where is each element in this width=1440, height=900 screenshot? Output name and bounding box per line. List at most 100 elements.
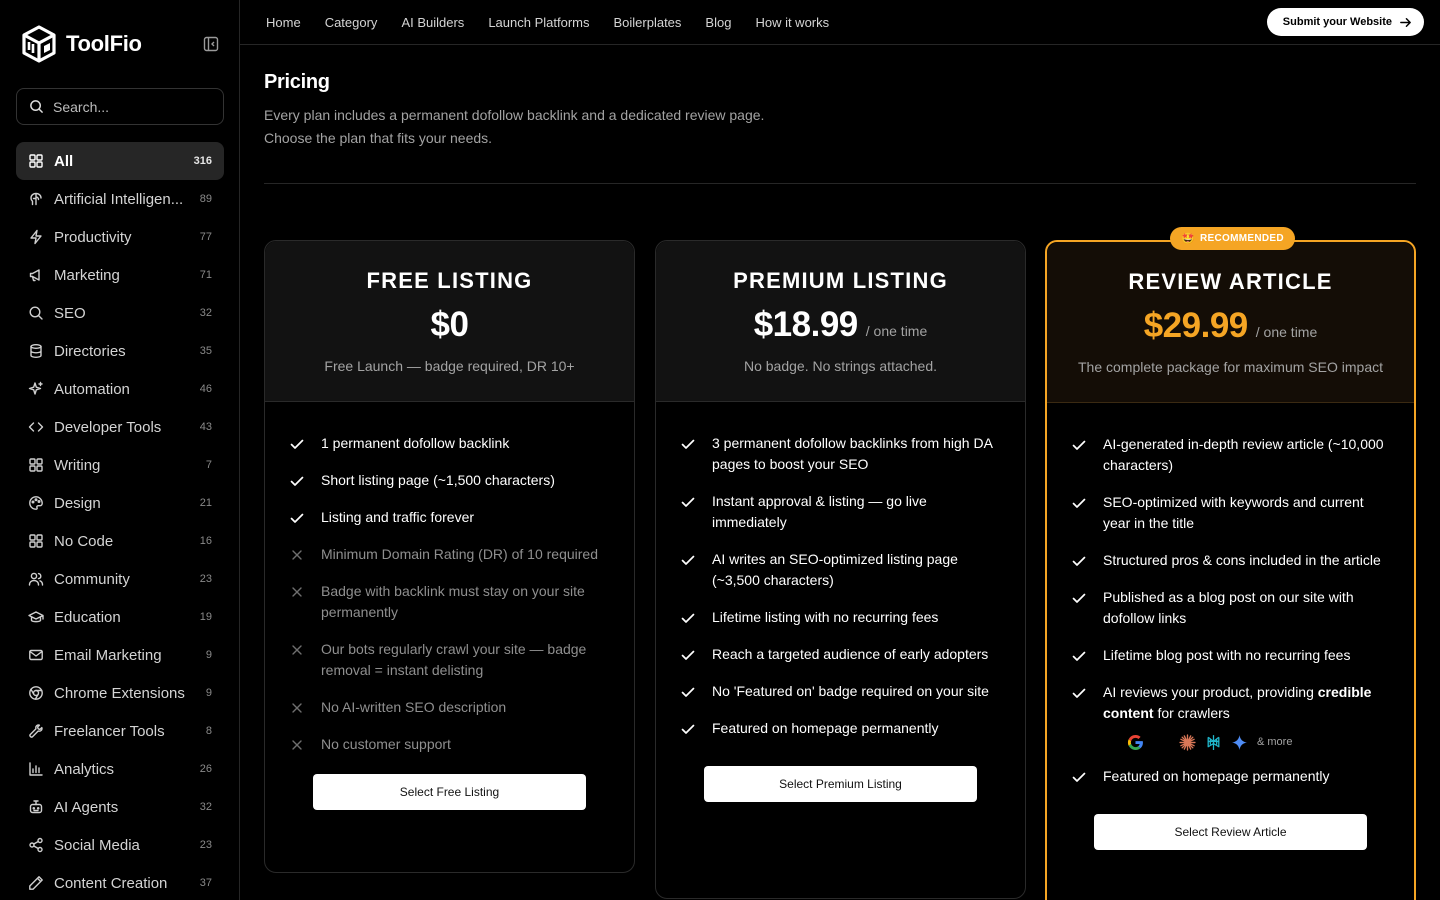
sidebar-item-label: Chrome Extensions: [54, 684, 185, 702]
plan-card-premium: PREMIUM LISTING $18.99 / one time No bad…: [655, 240, 1026, 899]
sidebar: ToolFio All316Artificial Intelligen...89…: [0, 0, 240, 900]
sidebar-item-productivity[interactable]: Productivity 77: [16, 218, 224, 256]
plan-subtitle: The complete package for maximum SEO imp…: [1077, 359, 1383, 375]
sidebar-item-community[interactable]: Community 23: [16, 560, 224, 598]
feature-text: AI writes an SEO-optimized listing page …: [712, 551, 958, 588]
sidebar-item-chrome-extensions[interactable]: Chrome Extensions 9: [16, 674, 224, 712]
plan-price-period: / one time: [865, 323, 928, 339]
sidebar-item-marketing[interactable]: Marketing 71: [16, 256, 224, 294]
sidebar-item-count: 19: [199, 611, 212, 623]
brand[interactable]: ToolFio: [20, 24, 142, 64]
sidebar-item-automation[interactable]: Automation 46: [16, 370, 224, 408]
nav-link-ai-builders[interactable]: AI Builders: [401, 15, 464, 30]
sidebar-item-seo[interactable]: SEO 32: [16, 294, 224, 332]
gemini-icon: [1232, 734, 1247, 750]
sidebar-collapse-icon[interactable]: [203, 36, 219, 52]
sidebar-item-no-code[interactable]: No Code 16: [16, 522, 224, 560]
sidebar-item-education[interactable]: Education 19: [16, 598, 224, 636]
check-icon: [1072, 651, 1086, 661]
grid-icon: [29, 458, 43, 472]
plan-title: REVIEW ARTICLE: [1128, 269, 1333, 294]
nav-link-launch-platforms[interactable]: Launch Platforms: [488, 15, 589, 30]
feature-text: No 'Featured on' badge required on your …: [712, 683, 989, 699]
palette-icon: [29, 496, 43, 510]
nav-link-boilerplates[interactable]: Boilerplates: [613, 15, 681, 30]
select-review-article-button[interactable]: Select Review Article: [1094, 814, 1367, 850]
sidebar-item-label: Design: [54, 494, 101, 512]
feature-text: Featured on homepage permanently: [1103, 768, 1330, 784]
feature-text: Listing and traffic forever: [321, 509, 475, 525]
sidebar-item-count: 32: [199, 307, 212, 319]
feature-text: Structured pros & cons included in the a…: [1103, 552, 1381, 568]
sidebar-item-writing[interactable]: Writing 7: [16, 446, 224, 484]
code-icon: [28, 422, 44, 432]
sidebar-item-label: Content Creation: [54, 874, 168, 892]
plan-title: PREMIUM LISTING: [733, 268, 948, 293]
select-premium-listing-button[interactable]: Select Premium Listing: [704, 766, 977, 802]
search-box[interactable]: [16, 88, 224, 125]
sidebar-item-label: Artificial Intelligen...: [54, 190, 184, 208]
sidebar-item-label: Education: [54, 608, 121, 626]
feature-item: SEO-optimized with keywords and current …: [1071, 492, 1394, 534]
feature-item: AI-generated in-depth review article (~1…: [1071, 434, 1394, 476]
feature-text: Lifetime blog post with no recurring fee…: [1103, 647, 1351, 663]
sidebar-item-directories[interactable]: Directories 35: [16, 332, 224, 370]
sidebar-item-ai-agents[interactable]: AI Agents 32: [16, 788, 224, 826]
page-title: Pricing: [264, 71, 330, 93]
mail-icon: [29, 649, 43, 661]
plan-card-review: 🤩 RECOMMENDED REVIEW ARTICLE $29.99 / on…: [1045, 227, 1416, 900]
feature-list: 1 permanent dofollow backlink Short listi…: [265, 402, 634, 755]
check-icon: [681, 613, 695, 623]
feature-item: Featured on homepage permanently: [680, 718, 1005, 739]
sidebar-item-design[interactable]: Design 21: [16, 484, 224, 522]
sidebar-item-count: 23: [199, 573, 212, 585]
sidebar-item-count: 32: [199, 801, 212, 813]
check-icon: [1072, 498, 1086, 508]
sidebar-item-label: Productivity: [54, 228, 132, 246]
select-free-listing-button[interactable]: Select Free Listing: [313, 774, 586, 810]
feature-text-part: AI reviews your product, providing: [1103, 684, 1318, 700]
star-struck-emoji-icon: 🤩: [1181, 233, 1195, 245]
feature-item: Badge with backlink must stay on your si…: [289, 581, 614, 623]
sidebar-item-developer-tools[interactable]: Developer Tools 43: [16, 408, 224, 446]
sidebar-item-count: 43: [199, 421, 212, 433]
nav-link-blog[interactable]: Blog: [705, 15, 731, 30]
feature-item: Lifetime listing with no recurring fees: [680, 607, 1005, 628]
nav-link-home[interactable]: Home: [266, 15, 301, 30]
sidebar-item-count: 35: [199, 345, 212, 357]
plan-header: REVIEW ARTICLE $29.99 / one time The com…: [1047, 242, 1414, 403]
sidebar-item-freelancer-tools[interactable]: Freelancer Tools 8: [16, 712, 224, 750]
plan-subtitle: Free Launch — badge required, DR 10+: [324, 358, 575, 374]
sidebar-item-artificial-intelligen[interactable]: Artificial Intelligen... 89: [16, 180, 224, 218]
sidebar-item-label: Analytics: [54, 760, 115, 778]
sidebar-item-all[interactable]: All 316: [16, 142, 224, 180]
nav-link-category[interactable]: Category: [325, 15, 378, 30]
recommended-badge: 🤩 RECOMMENDED: [1170, 227, 1295, 250]
feature-item: Short listing page (~1,500 characters): [289, 470, 614, 491]
grid-icon: [29, 534, 43, 548]
feature-item: Instant approval & listing — go live imm…: [680, 491, 1005, 533]
sidebar-item-analytics[interactable]: Analytics 26: [16, 750, 224, 788]
cube-logo-icon: [22, 25, 56, 63]
sidebar-item-count: 8: [205, 725, 212, 737]
check-icon: [681, 439, 695, 449]
search-input[interactable]: [53, 98, 213, 115]
check-icon: [681, 650, 695, 660]
submit-website-button[interactable]: Submit your Website: [1266, 8, 1424, 36]
sidebar-item-label: All: [54, 152, 74, 170]
sidebar-item-email-marketing[interactable]: Email Marketing 9: [16, 636, 224, 674]
sidebar-item-content-creation[interactable]: Content Creation 37: [16, 864, 224, 900]
feature-text: Our bots regularly crawl your site — bad…: [321, 641, 587, 678]
claude-icon: [1179, 733, 1196, 751]
sidebar-item-social-media[interactable]: Social Media 23: [16, 826, 224, 864]
nav-link-how-it-works[interactable]: How it works: [755, 15, 829, 30]
check-icon: [290, 513, 304, 523]
crawler-more-label: & more: [1257, 736, 1293, 748]
feature-item: 3 permanent dofollow backlinks from high…: [680, 433, 1005, 475]
feature-item: Featured on homepage permanently: [1071, 766, 1394, 787]
feature-text: Badge with backlink must stay on your si…: [321, 583, 585, 620]
arrow-right-icon: [1400, 17, 1411, 27]
zap-icon: [30, 229, 42, 245]
sidebar-item-count: 46: [199, 383, 212, 395]
page-description: Every plan includes a permanent dofollow…: [264, 107, 765, 146]
